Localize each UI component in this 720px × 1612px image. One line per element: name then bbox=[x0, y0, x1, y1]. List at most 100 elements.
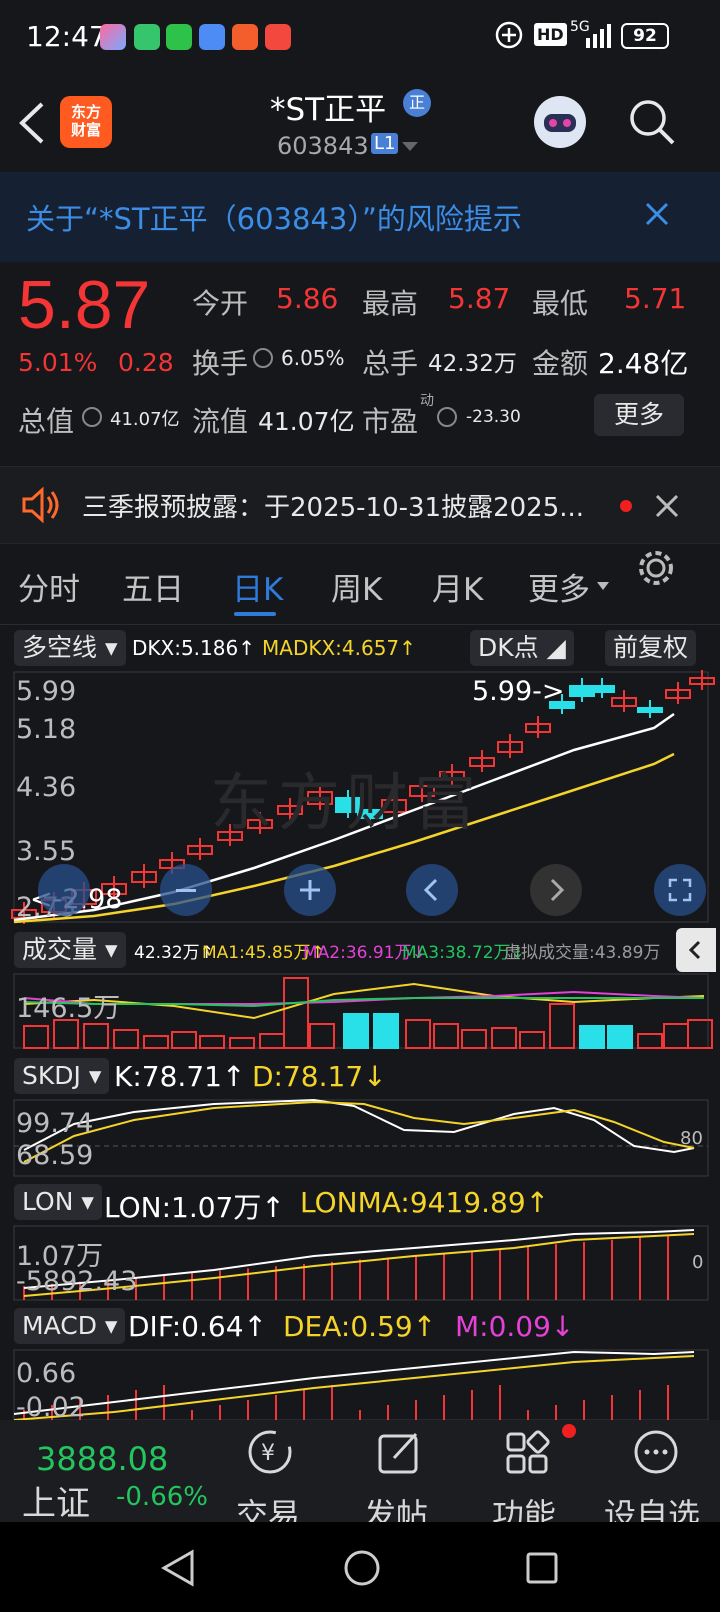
candle-body bbox=[637, 707, 663, 713]
change-amount: 0.28 bbox=[118, 348, 174, 377]
turnover-label: 换手 bbox=[192, 347, 249, 380]
app-logo[interactable]: 东方 财富 bbox=[60, 96, 112, 148]
lonma-value: LONMA:9419.89↑ bbox=[300, 1186, 550, 1219]
mail-app-icon bbox=[100, 24, 126, 50]
chevron-down-icon[interactable] bbox=[597, 582, 609, 590]
minus-icon bbox=[176, 889, 196, 892]
level-badge[interactable]: L1 bbox=[371, 133, 399, 154]
dk-point-label: DK点 bbox=[478, 633, 539, 662]
lon-indicator-label: LON bbox=[22, 1187, 74, 1216]
index-value[interactable]: 3888.08 bbox=[36, 1440, 168, 1478]
tab-intraday[interactable]: 分时 bbox=[18, 564, 80, 609]
kline-indicator-label: 多空线 bbox=[22, 633, 98, 662]
fullscreen-button[interactable] bbox=[654, 864, 706, 916]
skdj-indicator-selector[interactable]: SKDJ ▾ bbox=[14, 1058, 110, 1094]
close-icon[interactable] bbox=[655, 494, 679, 518]
volume-bar bbox=[433, 1023, 459, 1049]
fullscreen-icon bbox=[668, 878, 692, 902]
skdj-k-line bbox=[23, 1098, 695, 1154]
notice-text[interactable]: 三季报预披露：于2025-10-31披露2025... bbox=[82, 487, 584, 524]
dkx-value: DKX:5.186↑ bbox=[132, 636, 255, 660]
change-percent: 5.01% bbox=[18, 348, 98, 377]
tab-monthly-k[interactable]: 月K bbox=[432, 564, 483, 609]
dk-point-button[interactable]: DK点 ◢ bbox=[470, 630, 574, 666]
more-quote-button[interactable]: 更多 bbox=[594, 394, 684, 436]
edit-post-icon[interactable] bbox=[376, 1428, 424, 1476]
volume-bar bbox=[405, 1019, 431, 1049]
add-circle-icon bbox=[495, 21, 523, 49]
volume-bar bbox=[259, 1033, 285, 1049]
volume-indicator-selector[interactable]: 成交量 ▾ bbox=[14, 932, 126, 968]
collapse-panel-button[interactable] bbox=[676, 928, 716, 972]
battery-level: 92 bbox=[621, 23, 669, 49]
risk-banner[interactable]: 关于“*ST正平（603843）”的风险提示 bbox=[0, 172, 720, 262]
back-arrow-icon[interactable] bbox=[16, 100, 46, 146]
skdj-level-label: 80 bbox=[680, 1128, 703, 1149]
wechat-icon bbox=[166, 24, 192, 50]
volume-bar bbox=[309, 1023, 335, 1049]
macd-dea: DEA:0.59↑ bbox=[283, 1310, 437, 1343]
adjust-button[interactable]: 前复权 bbox=[605, 630, 697, 666]
mktcap-value: 41.07亿 bbox=[110, 409, 180, 430]
index-name[interactable]: 上证 bbox=[22, 1476, 90, 1525]
dropdown-arrow-icon[interactable] bbox=[402, 142, 418, 152]
robot-assistant-icon[interactable] bbox=[530, 92, 590, 152]
plus-icon bbox=[300, 880, 320, 900]
search-icon[interactable] bbox=[628, 98, 676, 146]
tab-more[interactable]: 更多 bbox=[528, 564, 590, 609]
kline-indicator-selector[interactable]: 多空线 ▾ bbox=[14, 630, 126, 666]
tab-daily-k[interactable]: 日K bbox=[232, 564, 283, 609]
chart-expand-button[interactable] bbox=[38, 864, 90, 916]
period-tabs: 分时 五日 日K 周K 月K 更多 bbox=[0, 548, 720, 622]
back-triangle-icon[interactable] bbox=[160, 1548, 196, 1588]
chevron-left-icon bbox=[688, 940, 701, 960]
volume-indicator-label: 成交量 bbox=[22, 935, 98, 964]
info-icon[interactable] bbox=[82, 407, 102, 427]
tab-five-day[interactable]: 五日 bbox=[122, 564, 184, 609]
scroll-right-button[interactable] bbox=[530, 864, 582, 916]
volume-bar bbox=[579, 1025, 605, 1049]
recents-square-icon[interactable] bbox=[524, 1550, 560, 1586]
risk-banner-text[interactable]: 关于“*ST正平（603843）”的风险提示 bbox=[26, 196, 522, 238]
alarm-app-icon bbox=[265, 24, 291, 50]
hd-icon: HD bbox=[534, 23, 567, 46]
scroll-left-button[interactable] bbox=[406, 864, 458, 916]
zoom-in-button[interactable] bbox=[284, 864, 336, 916]
divider bbox=[0, 624, 720, 625]
notice-bar[interactable]: 三季报预披露：于2025-10-31披露2025... bbox=[0, 466, 720, 544]
phone-app-icon bbox=[199, 24, 225, 50]
volume-bar bbox=[549, 1003, 575, 1049]
volume-axis-label: 146.5万 bbox=[16, 993, 121, 1024]
notification-dot bbox=[562, 1424, 576, 1438]
logo-line1: 东方 bbox=[70, 103, 101, 121]
info-icon[interactable] bbox=[437, 407, 457, 427]
open-value: 5.86 bbox=[276, 282, 339, 315]
pe-value: -23.30 bbox=[466, 407, 521, 427]
macd-indicator-selector[interactable]: MACD ▾ bbox=[14, 1308, 126, 1344]
volume-value: 42.32万 bbox=[428, 351, 517, 377]
skdj-axis-label: 68.59 bbox=[16, 1140, 94, 1171]
trade-icon[interactable]: ¥ bbox=[246, 1428, 294, 1476]
settings-gear-icon[interactable] bbox=[636, 548, 676, 588]
lon-indicator-selector[interactable]: LON ▾ bbox=[14, 1184, 102, 1220]
pe-superscript: 动 bbox=[420, 393, 434, 409]
grid-function-icon[interactable] bbox=[504, 1428, 552, 1476]
volume-bar bbox=[373, 1013, 399, 1049]
close-icon[interactable] bbox=[645, 202, 669, 226]
kline-axis-label: 5.18 bbox=[16, 714, 77, 745]
macd-m: M:0.09↓ bbox=[455, 1310, 575, 1343]
quote-panel: 5.87 5.01% 0.28 今开 5.86 最高 5.87 最低 5.71 … bbox=[0, 262, 720, 458]
volume-bar bbox=[637, 1033, 663, 1049]
more-dots-icon[interactable] bbox=[632, 1428, 680, 1476]
active-tab-indicator bbox=[234, 612, 276, 616]
info-icon[interactable] bbox=[253, 348, 273, 368]
volume-bar bbox=[607, 1025, 633, 1049]
tab-weekly-k[interactable]: 周K bbox=[331, 564, 382, 609]
current-price: 5.87 bbox=[18, 267, 151, 343]
unread-dot bbox=[620, 500, 632, 512]
volume-bar bbox=[343, 1013, 369, 1049]
madkx-value: MADKX:4.657↑ bbox=[262, 636, 416, 660]
zoom-out-button[interactable] bbox=[160, 864, 212, 916]
home-circle-icon[interactable] bbox=[342, 1548, 382, 1588]
message-app-icon bbox=[134, 24, 160, 50]
